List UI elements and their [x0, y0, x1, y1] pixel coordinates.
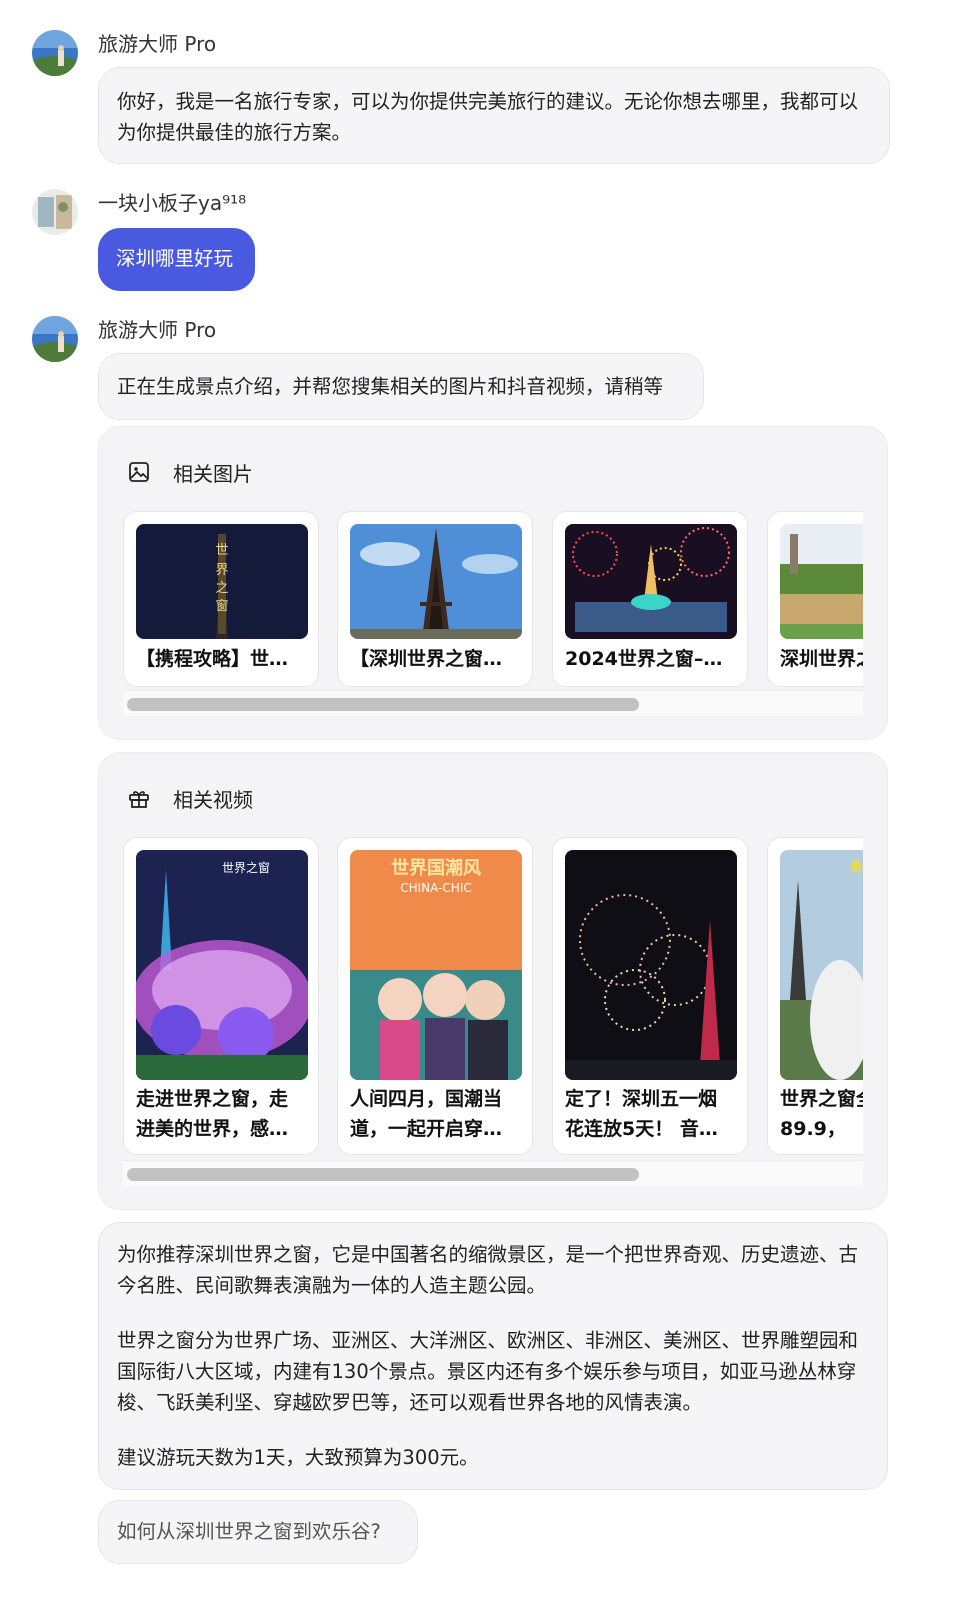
- user-avatar[interactable]: [32, 189, 78, 235]
- user-message: 一块小板子ya⁹¹⁸ 深圳哪里好玩: [32, 189, 920, 293]
- svg-text:世: 世: [215, 543, 228, 558]
- horizontal-scrollbar[interactable]: [123, 1160, 863, 1186]
- image-caption: 深圳世界之: [780, 648, 863, 670]
- video-caption: 走进世界之窗，走进美的世界，感…: [136, 1088, 289, 1140]
- panel-header: 相关图片: [127, 457, 253, 487]
- related-images-panel: 相关图片 世 界 之 窗 【携程攻略】世… 【深圳世界之窗… 2024世界之窗–…: [98, 426, 888, 740]
- sender-name: 一块小板子ya⁹¹⁸: [98, 191, 247, 215]
- message-bubble: 正在生成景点介绍，并帮您搜集相关的图片和抖音视频，请稍等: [98, 353, 704, 420]
- image-card[interactable]: 【深圳世界之窗…: [337, 511, 533, 687]
- video-overlay-text: 世界之窗: [222, 861, 270, 875]
- video-thumbnail: 全天票: [780, 850, 863, 1080]
- image-thumbnail: [780, 524, 863, 639]
- image-card[interactable]: 2024世界之窗–…: [552, 511, 748, 687]
- answer-paragraph: 世界之窗分为世界广场、亚洲区、大洋洲区、欧洲区、非洲区、美洲区、世界雕塑园和国际…: [117, 1329, 859, 1414]
- image-thumbnail: [565, 524, 737, 639]
- video-overlay-text: 全天票: [849, 858, 863, 873]
- answer-paragraph: 为你推荐深圳世界之窗，它是中国著名的缩微景区，是一个把世界奇观、历史遗迹、古今名…: [117, 1243, 859, 1297]
- image-card[interactable]: 深圳世界之: [767, 511, 863, 687]
- bot-avatar[interactable]: [32, 30, 78, 76]
- sender-name: 旅游大师 Pro: [98, 32, 217, 56]
- video-caption: 人间四月，国潮当道，一起开启穿…: [350, 1088, 503, 1140]
- video-caption: 定了！深圳五一烟花连放5天！ 音…: [565, 1088, 718, 1140]
- horizontal-scrollbar[interactable]: [123, 690, 863, 716]
- image-card[interactable]: 世 界 之 窗 【携程攻略】世…: [123, 511, 319, 687]
- scrollbar-thumb[interactable]: [127, 1168, 639, 1181]
- image-icon: [129, 462, 149, 482]
- sender-name: 旅游大师 Pro: [98, 318, 217, 342]
- panel-header: 相关视频: [127, 783, 253, 813]
- images-carousel[interactable]: 世 界 之 窗 【携程攻略】世… 【深圳世界之窗… 2024世界之窗–… 深圳世…: [123, 511, 863, 687]
- answer-bubble: 为你推荐深圳世界之窗，它是中国著名的缩微景区，是一个把世界奇观、历史遗迹、古今名…: [98, 1222, 888, 1490]
- image-caption: 【携程攻略】世…: [136, 648, 289, 670]
- bot-message-2: 旅游大师 Pro 正在生成景点介绍，并帮您搜集相关的图片和抖音视频，请稍等: [32, 316, 920, 420]
- scrollbar-thumb[interactable]: [127, 698, 639, 711]
- video-card[interactable]: 全天票 世界之窗全要89.9，: [767, 837, 863, 1155]
- gift-icon: [129, 791, 149, 808]
- related-videos-panel: 相关视频 世界之窗 走进世界之窗，走进美的世界，感… 世界国潮风 CHINA-C…: [98, 752, 888, 1210]
- video-card[interactable]: 世界之窗 走进世界之窗，走进美的世界，感…: [123, 837, 319, 1155]
- suggested-question-button[interactable]: 如何从深圳世界之窗到欢乐谷?: [98, 1500, 418, 1564]
- video-thumbnail: [565, 850, 737, 1080]
- image-thumbnail: [350, 524, 522, 639]
- svg-text:界: 界: [215, 563, 228, 578]
- image-caption: 【深圳世界之窗…: [350, 648, 503, 670]
- videos-carousel[interactable]: 世界之窗 走进世界之窗，走进美的世界，感… 世界国潮风 CHINA-CHIC 人…: [123, 837, 863, 1155]
- image-caption: 2024世界之窗–…: [565, 648, 723, 670]
- video-overlay-subtext: CHINA-CHIC: [400, 881, 472, 895]
- video-card[interactable]: 世界国潮风 CHINA-CHIC 人间四月，国潮当道，一起开启穿…: [337, 837, 533, 1155]
- svg-text:之: 之: [215, 581, 228, 596]
- image-thumbnail: 世 界 之 窗: [136, 524, 308, 639]
- video-thumbnail: 世界国潮风 CHINA-CHIC: [350, 850, 522, 1080]
- answer-paragraph: 建议游玩天数为1天，大致预算为300元。: [117, 1446, 479, 1469]
- video-caption: 世界之窗全要89.9，: [780, 1088, 863, 1140]
- bot-message-1: 旅游大师 Pro 你好，我是一名旅行专家，可以为你提供完美旅行的建议。无论你想去…: [32, 30, 920, 166]
- svg-text:窗: 窗: [215, 598, 228, 614]
- message-bubble: 你好，我是一名旅行专家，可以为你提供完美旅行的建议。无论你想去哪里，我都可以为你…: [98, 67, 890, 164]
- video-card[interactable]: 定了！深圳五一烟花连放5天！ 音…: [552, 837, 748, 1155]
- panel-title: 相关视频: [173, 787, 253, 812]
- video-thumbnail: 世界之窗: [136, 850, 308, 1080]
- panel-title: 相关图片: [173, 461, 253, 486]
- user-message-bubble: 深圳哪里好玩: [98, 228, 255, 291]
- video-overlay-text: 世界国潮风: [391, 858, 481, 879]
- bot-avatar[interactable]: [32, 316, 78, 362]
